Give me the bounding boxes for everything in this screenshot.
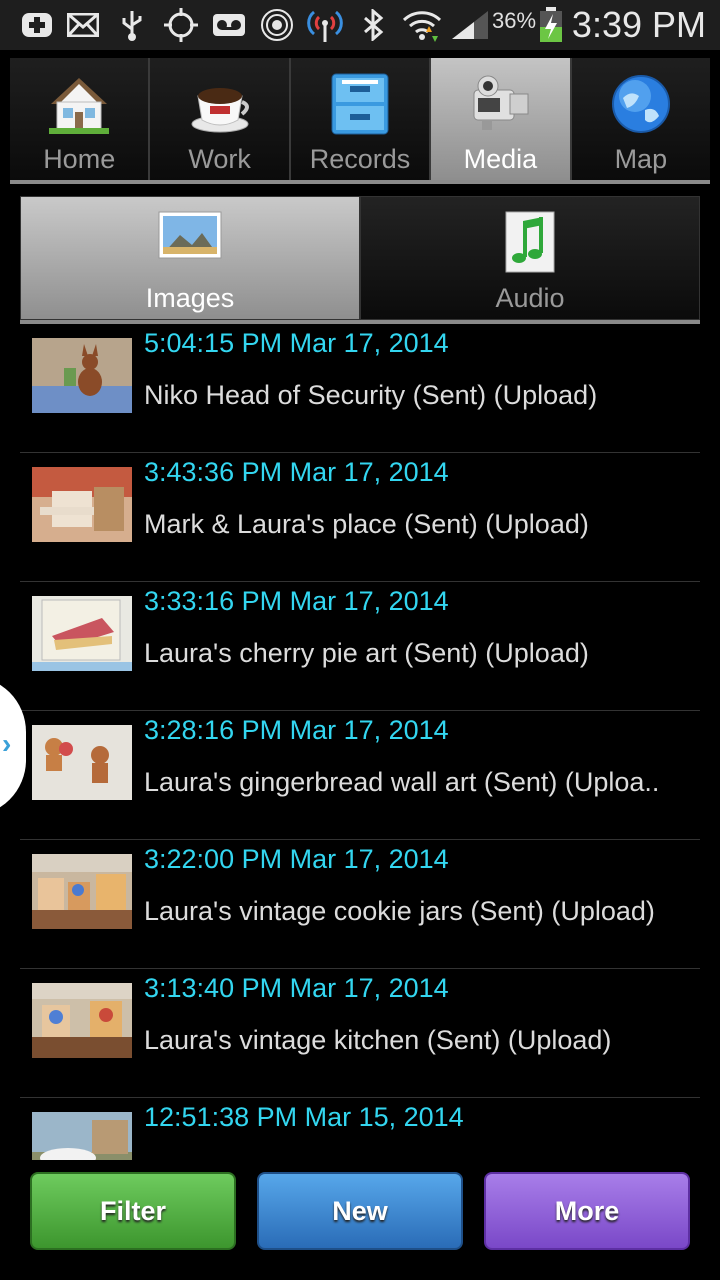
list-item[interactable]: 12:51:38 PM Mar 15, 2014 bbox=[20, 1098, 700, 1160]
tab-records-label: Records bbox=[309, 144, 411, 174]
item-timestamp: 3:13:40 PM Mar 17, 2014 bbox=[144, 973, 449, 1003]
item-title: Laura's vintage cookie jars (Sent) (Uplo… bbox=[144, 896, 655, 926]
tab-map[interactable]: Map bbox=[571, 58, 711, 180]
item-timestamp: 3:33:16 PM Mar 17, 2014 bbox=[144, 586, 449, 616]
mail-icon bbox=[66, 9, 100, 41]
tab-work-label: Work bbox=[188, 144, 251, 174]
tab-records[interactable]: Records bbox=[290, 58, 432, 180]
file-cabinet-icon bbox=[328, 72, 392, 136]
cell-signal-icon bbox=[450, 9, 490, 41]
item-timestamp: 12:51:38 PM Mar 15, 2014 bbox=[144, 1102, 464, 1132]
image-list[interactable]: 5:04:15 PM Mar 17, 2014 Niko Head of Sec… bbox=[20, 324, 700, 1160]
thumbnail-image bbox=[32, 725, 132, 800]
voicemail-icon bbox=[212, 9, 246, 41]
tab-home-label: Home bbox=[43, 144, 116, 174]
gps-icon bbox=[164, 8, 198, 42]
tab-audio[interactable]: Audio bbox=[360, 196, 700, 320]
coffee-cup-icon bbox=[188, 72, 252, 136]
list-item[interactable]: 3:28:16 PM Mar 17, 2014 Laura's gingerbr… bbox=[20, 711, 700, 840]
house-icon bbox=[47, 72, 111, 136]
thumbnail-image bbox=[32, 596, 132, 671]
thumbnail-image bbox=[32, 854, 132, 929]
item-timestamp: 3:22:00 PM Mar 17, 2014 bbox=[144, 844, 449, 874]
main-tab-bar: Home Work Records Media Map bbox=[10, 58, 711, 184]
more-button[interactable]: More bbox=[484, 1172, 690, 1250]
item-title: Laura's cherry pie art (Sent) (Upload) bbox=[144, 638, 589, 668]
item-title: Mark & Laura's place (Sent) (Upload) bbox=[144, 509, 589, 539]
list-item[interactable]: 3:33:16 PM Mar 17, 2014 Laura's cherry p… bbox=[20, 582, 700, 711]
battery-charging-icon bbox=[538, 7, 564, 42]
item-title: Niko Head of Security (Sent) (Upload) bbox=[144, 380, 598, 410]
item-title: Laura's vintage kitchen (Sent) (Upload) bbox=[144, 1025, 612, 1055]
usb-icon bbox=[118, 9, 146, 41]
list-item[interactable]: 3:43:36 PM Mar 17, 2014 Mark & Laura's p… bbox=[20, 453, 700, 582]
signal-tower-icon bbox=[306, 9, 344, 42]
picture-icon bbox=[158, 211, 222, 264]
chevron-right-icon: › bbox=[2, 728, 12, 759]
list-item[interactable]: 5:04:15 PM Mar 17, 2014 Niko Head of Sec… bbox=[20, 324, 700, 453]
video-camera-icon bbox=[468, 72, 532, 136]
tab-map-label: Map bbox=[614, 144, 668, 174]
status-bar: 36% 3:39 PM bbox=[0, 0, 720, 50]
tab-images-label: Images bbox=[145, 283, 235, 313]
filter-button[interactable]: Filter bbox=[30, 1172, 236, 1250]
list-item[interactable]: 3:13:40 PM Mar 17, 2014 Laura's vintage … bbox=[20, 969, 700, 1098]
thumbnail-image bbox=[32, 1112, 132, 1160]
bluetooth-icon bbox=[360, 9, 386, 41]
thumbnail-image bbox=[32, 467, 132, 542]
item-timestamp: 5:04:15 PM Mar 17, 2014 bbox=[144, 328, 449, 358]
globe-icon bbox=[609, 72, 673, 136]
tab-home[interactable]: Home bbox=[10, 58, 151, 180]
nfc-icon bbox=[260, 9, 294, 41]
clock: 3:39 PM bbox=[571, 4, 706, 45]
wifi-icon bbox=[402, 9, 442, 42]
bottom-action-bar: Filter New More bbox=[0, 1160, 720, 1280]
item-timestamp: 3:28:16 PM Mar 17, 2014 bbox=[144, 715, 449, 745]
add-icon bbox=[20, 9, 54, 41]
item-timestamp: 3:43:36 PM Mar 17, 2014 bbox=[144, 457, 449, 487]
item-title: Laura's gingerbread wall art (Sent) (Upl… bbox=[144, 767, 660, 797]
tab-media-label: Media bbox=[463, 144, 538, 174]
tab-media[interactable]: Media bbox=[431, 58, 572, 180]
tab-audio-label: Audio bbox=[495, 283, 565, 313]
music-note-icon bbox=[505, 211, 555, 278]
list-item[interactable]: 3:22:00 PM Mar 17, 2014 Laura's vintage … bbox=[20, 840, 700, 969]
thumbnail-image bbox=[32, 338, 132, 413]
tab-work[interactable]: Work bbox=[150, 58, 291, 180]
tab-images[interactable]: Images bbox=[20, 196, 360, 320]
thumbnail-image bbox=[32, 983, 132, 1058]
media-sub-tab-bar: Images Audio bbox=[20, 196, 700, 324]
new-button[interactable]: New bbox=[257, 1172, 463, 1250]
battery-percent: 36% bbox=[492, 8, 537, 33]
